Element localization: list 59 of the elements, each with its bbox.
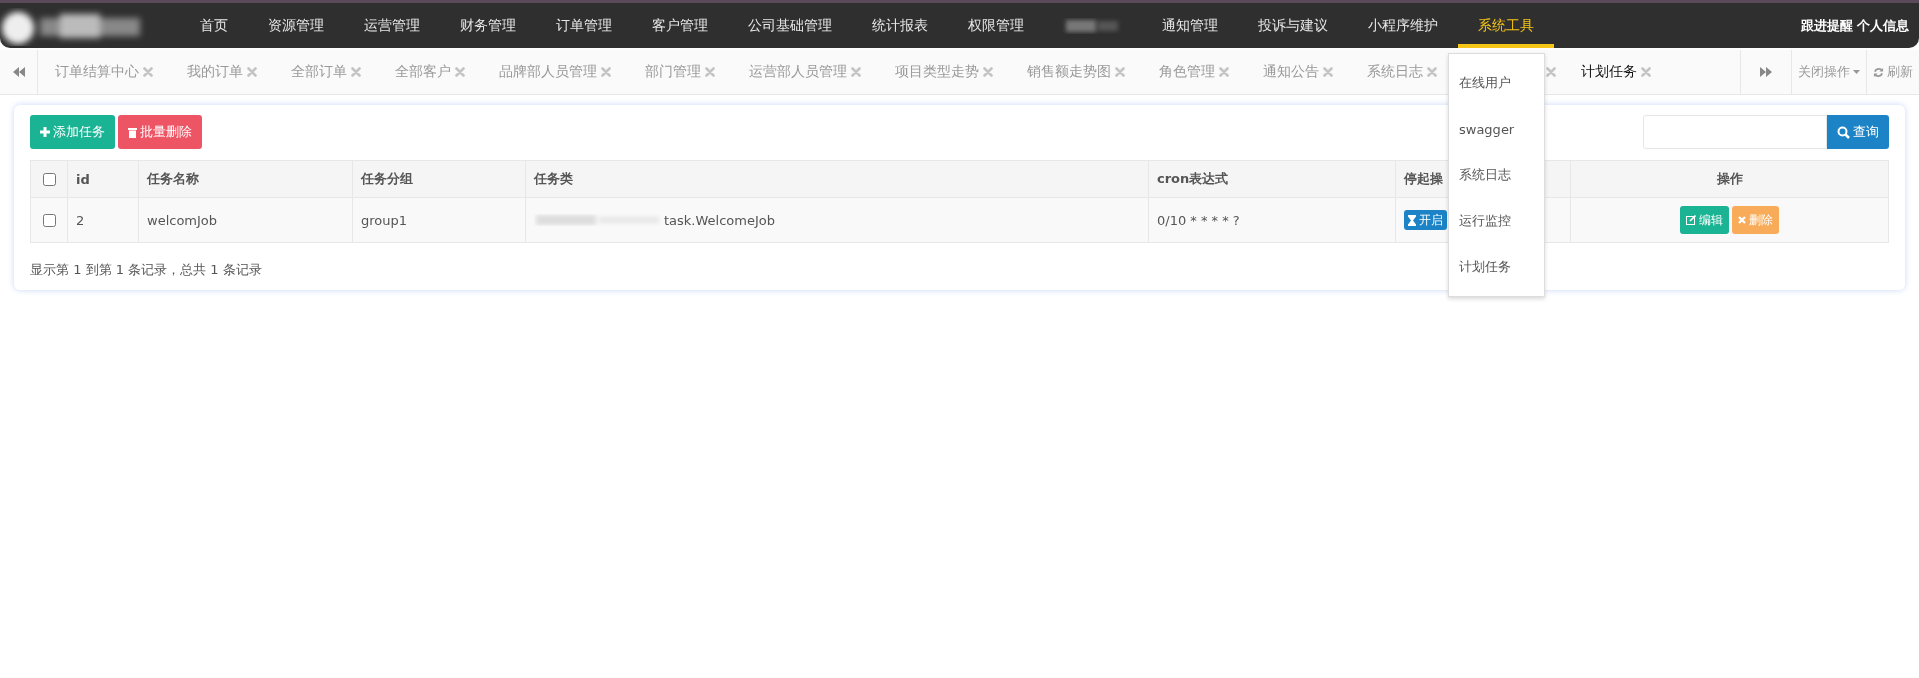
close-icon[interactable] (601, 67, 611, 77)
close-icon[interactable] (1641, 67, 1651, 77)
checkbox[interactable] (43, 213, 56, 227)
close-icon[interactable] (455, 67, 465, 77)
close-icon[interactable] (705, 67, 715, 77)
nav-item[interactable]: 客户管理 (632, 3, 728, 48)
column-header: 任务分组 (352, 160, 526, 198)
pagination-info: 显示第 1 到第 1 条记录，总共 1 条记录 (30, 261, 262, 279)
close-icon[interactable] (1323, 67, 1333, 77)
trash-icon (128, 126, 137, 138)
double-left-arrow-icon (12, 67, 25, 77)
caret-icon (1853, 70, 1860, 74)
nav-item[interactable]: 通知管理 (1142, 3, 1238, 48)
plus-icon (40, 127, 50, 137)
menu-item[interactable]: 运行监控 (1449, 198, 1544, 244)
page-tab[interactable]: 计划任务 (1564, 50, 1668, 94)
search-icon (1837, 125, 1850, 139)
menu-item[interactable]: swagger (1449, 106, 1544, 152)
checkbox[interactable] (43, 172, 56, 186)
close-icon[interactable] (1115, 67, 1125, 77)
close-icon[interactable] (1427, 67, 1437, 77)
header-link[interactable]: 跟进提醒 (1801, 16, 1853, 35)
close-icon[interactable] (983, 67, 993, 77)
nav-item[interactable]: 运营管理 (344, 3, 440, 48)
menu-item[interactable]: 计划任务 (1449, 244, 1544, 290)
start-button[interactable]: 开启 (1404, 210, 1447, 230)
column-header: id (67, 160, 139, 198)
column-header: 任务类 (525, 160, 1149, 198)
close-icon[interactable] (1219, 67, 1229, 77)
refresh-icon (1873, 66, 1884, 78)
nav-item[interactable]: 权限管理 (948, 3, 1044, 48)
nav-item[interactable]: 统计报表 (852, 3, 948, 48)
close-icon (1738, 216, 1746, 224)
column-header: 任务名称 (138, 160, 353, 198)
table-cell: 0/10 * * * * ? (1148, 197, 1396, 243)
double-right-arrow-icon (1760, 67, 1772, 77)
table-cell: 2 (67, 197, 139, 243)
search-field[interactable] (1643, 115, 1827, 149)
column-header: cron表达式 (1148, 160, 1396, 198)
table-cell: task.WelcomeJob (664, 212, 775, 228)
close-icon[interactable] (851, 67, 861, 77)
nav-item[interactable]: 订单管理 (536, 3, 632, 48)
table-cell: welcomJob (138, 197, 353, 243)
nav-item[interactable]: 公司基础管理 (728, 3, 852, 48)
close-icon[interactable] (351, 67, 361, 77)
close-icon[interactable] (1546, 67, 1556, 77)
nav-item[interactable]: 投诉与建议 (1238, 3, 1348, 48)
close-icon[interactable] (247, 67, 257, 77)
search-button[interactable]: 查询 (1827, 115, 1889, 149)
nav-item[interactable]: 财务管理 (440, 3, 536, 48)
column-header: 操作 (1570, 160, 1889, 198)
nav-item[interactable]: 首页 (180, 3, 248, 48)
hourglass-icon (1408, 214, 1416, 226)
nav-item[interactable]: 资源管理 (248, 3, 344, 48)
close-icon[interactable] (143, 67, 153, 77)
table-cell: group1 (352, 197, 526, 243)
nav-item[interactable]: 小程序维护 (1348, 3, 1458, 48)
edit-icon (1686, 215, 1696, 225)
header-link[interactable]: 个人信息 (1857, 16, 1909, 35)
